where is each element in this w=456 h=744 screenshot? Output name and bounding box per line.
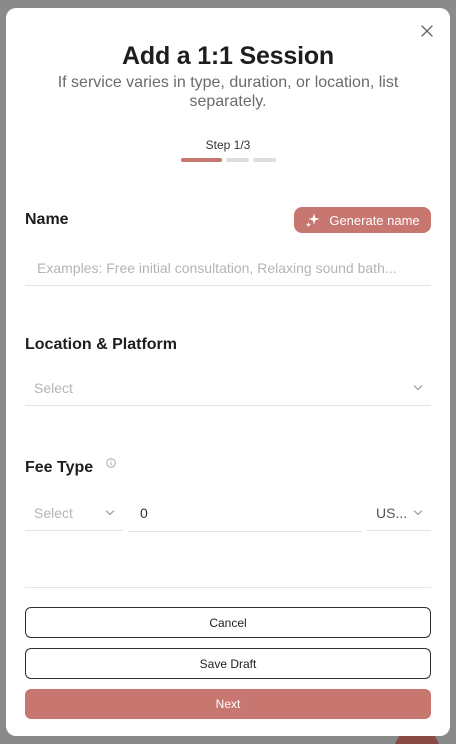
generate-name-button[interactable]: Generate name: [294, 207, 431, 233]
cancel-button[interactable]: Cancel: [25, 607, 431, 638]
fee-type-select-placeholder: Select: [34, 504, 73, 521]
fee-type-label: Fee Type: [25, 459, 94, 476]
sparkle-icon: [306, 213, 320, 228]
fee-type-select[interactable]: Select: [25, 495, 123, 531]
location-select[interactable]: Select: [25, 370, 431, 406]
step-bar-2: [226, 158, 249, 162]
name-label: Name: [25, 211, 69, 228]
chevron-down-icon: [413, 385, 423, 391]
footer-divider: [25, 587, 431, 588]
chevron-down-icon: [413, 510, 423, 516]
step-bar-3: [253, 158, 276, 162]
info-icon[interactable]: [106, 458, 116, 468]
location-select-placeholder: Select: [34, 379, 73, 396]
step-label: Step 1/3: [205, 138, 251, 152]
add-session-modal: Add a 1:1 Session If service varies in t…: [6, 8, 450, 736]
generate-name-label: Generate name: [329, 212, 420, 228]
save-draft-button[interactable]: Save Draft: [25, 648, 431, 679]
step-bar-1: [181, 158, 222, 162]
currency-select-value: US...: [376, 504, 408, 521]
fee-amount-input[interactable]: [128, 494, 362, 532]
location-label: Location & Platform: [25, 336, 178, 353]
currency-select[interactable]: US...: [367, 495, 431, 531]
modal-subtitle: If service varies in type, duration, or …: [57, 74, 399, 110]
session-name-input[interactable]: [25, 251, 431, 286]
chevron-down-icon: [105, 510, 115, 516]
close-icon[interactable]: [418, 22, 436, 40]
next-button[interactable]: Next: [25, 689, 431, 719]
modal-title: Add a 1:1 Session: [122, 42, 334, 70]
